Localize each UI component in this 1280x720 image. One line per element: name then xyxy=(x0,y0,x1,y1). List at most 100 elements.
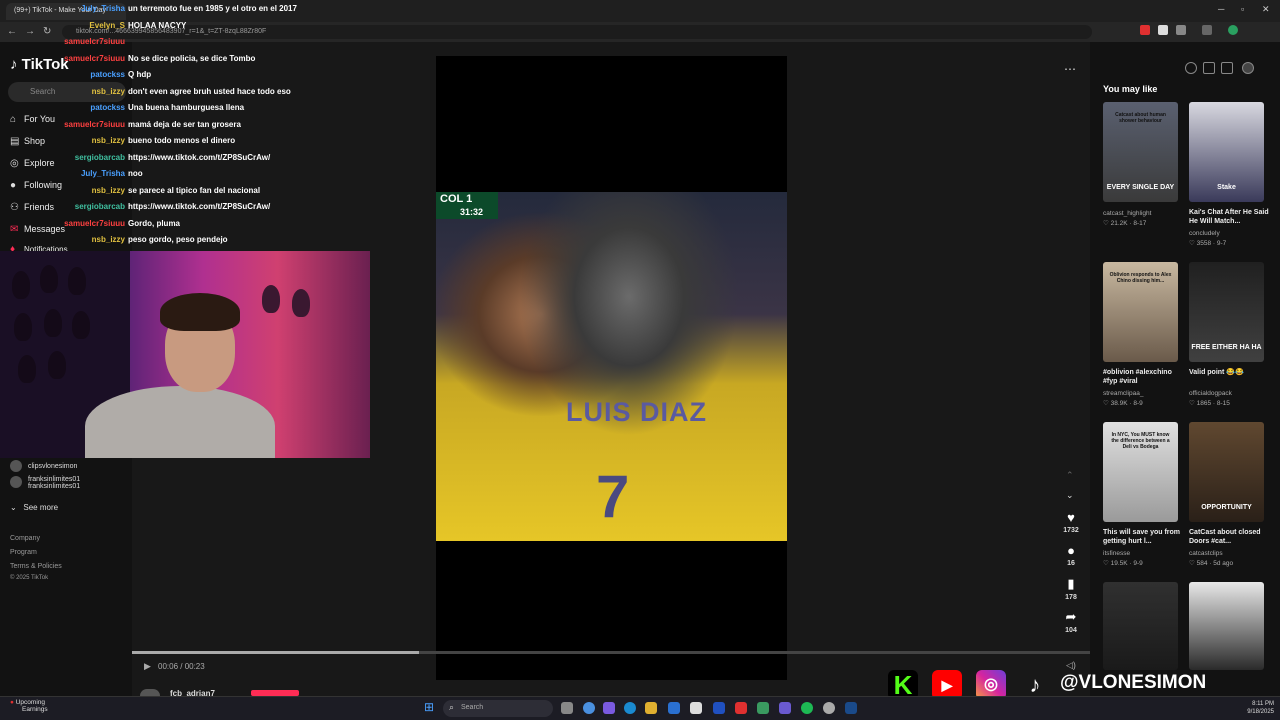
coin-icon[interactable] xyxy=(1185,62,1197,74)
recommended-video-title[interactable]: Kai's Chat After He Said He Will Match..… xyxy=(1189,208,1269,226)
recommended-video-thumbnail[interactable] xyxy=(1189,582,1264,670)
chat-message: samuelcr7siuuu No se dice policia, se dic… xyxy=(0,54,440,70)
minimize-icon[interactable]: ─ xyxy=(1218,4,1224,14)
chat-username: samuelcr7siuuu xyxy=(64,37,125,46)
weather-title: Upcoming xyxy=(15,699,45,706)
account-clipsvlonesimon[interactable]: clipsvlonesimon xyxy=(10,460,77,472)
comment-button[interactable]: ● 16 xyxy=(1058,543,1084,567)
account-name: clipsvlonesimon xyxy=(28,462,78,470)
bookmark-icon: ▮ xyxy=(1067,576,1075,591)
chat-text: https://www.tiktok.com/t/ZP8SuCrAw/ xyxy=(128,152,271,162)
score-time: 31:32 xyxy=(460,207,484,217)
chat-message: patockss Q hdp xyxy=(0,70,440,86)
recommended-video-stats: ♡ 19.5K · 9-9 xyxy=(1103,560,1143,567)
thumbnail-caption: Stake xyxy=(1217,184,1236,191)
footer-terms[interactable]: Terms & Policies xyxy=(10,563,62,570)
maximize-icon[interactable]: ▫ xyxy=(1241,4,1244,14)
extension-icon-1[interactable] xyxy=(1140,25,1150,35)
recommended-video-thumbnail[interactable]: OPPORTUNITY xyxy=(1189,422,1264,522)
edge-icon[interactable] xyxy=(624,702,636,714)
app-icon[interactable] xyxy=(603,702,615,714)
recommended-video-thumbnail[interactable] xyxy=(1103,582,1178,670)
sidebar-icon[interactable] xyxy=(1202,25,1212,35)
recommended-video-title[interactable]: This will save you from getting hurt l..… xyxy=(1103,528,1183,546)
chat-username: sergiobarcab xyxy=(74,202,125,211)
store-icon[interactable] xyxy=(690,702,702,714)
app-icon[interactable] xyxy=(735,702,747,714)
user-avatar[interactable] xyxy=(1242,62,1254,74)
recommended-video-author[interactable]: catcastclips xyxy=(1189,550,1223,557)
dropbox-icon[interactable] xyxy=(713,702,725,714)
footer-company[interactable]: Company xyxy=(10,535,40,542)
recommended-video-thumbnail[interactable]: Catcast about human shower behaviour EVER… xyxy=(1103,102,1178,202)
recommended-video-author[interactable]: catcast_highlight xyxy=(1103,210,1151,217)
chat-text: se parece al tipico fan del nacional xyxy=(128,185,261,195)
recommended-video-author[interactable]: concludely xyxy=(1189,230,1220,237)
weather-sub: Earnings xyxy=(22,706,48,713)
bookmark-button[interactable]: ▮ 178 xyxy=(1058,576,1084,601)
recommended-video-stats: ♡ 3558 · 9-7 xyxy=(1189,240,1227,247)
recommended-video-title[interactable]: Valid point 😂😂 xyxy=(1189,368,1269,377)
taskbar-search[interactable]: Search xyxy=(443,700,553,717)
chat-text: Una buena hamburguesa llena xyxy=(128,103,245,112)
close-icon[interactable]: ✕ xyxy=(1262,4,1270,15)
spotify-icon[interactable] xyxy=(801,702,813,714)
account-sub: franksinlimites01 xyxy=(28,483,81,490)
video-progress-bar[interactable] xyxy=(132,651,1090,654)
task-view-icon[interactable] xyxy=(561,702,573,714)
chat-username: sergiobarcab xyxy=(74,152,125,162)
phone-icon[interactable] xyxy=(1203,62,1215,74)
chat-text: Q hdp xyxy=(128,70,152,79)
chat-text: Gordo, pluma xyxy=(128,218,180,228)
taskbar-search-label: Search xyxy=(461,704,484,711)
chevron-up-icon[interactable]: ⌃ xyxy=(1066,470,1074,481)
more-options-icon[interactable]: ⋯ xyxy=(1064,62,1076,76)
app-icon[interactable] xyxy=(757,702,769,714)
extensions-icon[interactable] xyxy=(1176,25,1186,35)
profile-avatar[interactable] xyxy=(1228,25,1238,35)
chat-username: July_Trisha xyxy=(80,4,125,13)
hat xyxy=(44,309,62,337)
action-count: 104 xyxy=(1065,627,1077,634)
recommended-video-thumbnail[interactable]: FREE EITHER HA HA xyxy=(1189,262,1264,362)
inbox-icon[interactable] xyxy=(1221,62,1233,74)
taskbar-clock[interactable]: 8:11 PM 9/18/2025 xyxy=(1240,700,1274,717)
discord-icon[interactable] xyxy=(779,702,791,714)
recommended-video-author[interactable]: streamclipaa_ xyxy=(1103,390,1143,397)
chat-text: un terremoto fue en 1985 y el otro en el… xyxy=(128,4,297,13)
recommended-video-title[interactable]: #oblivion #alexchino #fyp #viral xyxy=(1103,368,1183,386)
chevron-down-icon[interactable]: ⌄ xyxy=(1066,490,1074,501)
chat-text: bueno todo menos el dinero xyxy=(128,136,236,145)
recommended-video-thumbnail[interactable]: Stake xyxy=(1189,102,1264,202)
weather-widget[interactable]: ● Upcoming Earnings xyxy=(10,699,48,713)
share-button[interactable]: ➦ 104 xyxy=(1058,609,1084,634)
outlook-icon[interactable] xyxy=(668,702,680,714)
recommended-video-title[interactable]: CatCast about closed Doors #cat... xyxy=(1189,528,1269,546)
recommended-video-author[interactable]: officialdogpack xyxy=(1189,390,1232,397)
steam-icon[interactable] xyxy=(845,702,857,714)
chat-text: No se dice policia, se dice Tombo xyxy=(128,53,256,63)
play-icon[interactable]: ▶ xyxy=(144,661,151,672)
author-avatar[interactable] xyxy=(140,689,160,696)
extension-icon-2[interactable] xyxy=(1158,25,1168,35)
heart-button[interactable]: ♥ 1732 xyxy=(1058,510,1084,534)
search-icon: ⌕ xyxy=(449,702,455,712)
recommended-video-author[interactable]: itsfinesse xyxy=(1103,550,1130,557)
see-more-button[interactable]: ⌄ See more xyxy=(10,503,58,512)
clock-time: 8:11 PM xyxy=(1252,701,1274,707)
video-frame[interactable]: COL 1 31:32 LUIS DIAZ 7 xyxy=(436,192,787,541)
footer-program[interactable]: Program xyxy=(10,549,37,556)
chrome-icon[interactable] xyxy=(583,702,595,714)
jersey-name: LUIS DIAZ xyxy=(566,397,707,427)
recommended-video-thumbnail[interactable]: Oblivion responds to Alex Chino dissing … xyxy=(1103,262,1178,362)
footer-copyright: © 2025 TikTok xyxy=(10,575,49,581)
chat-message: nsb_izzy bueno todo menos el dinero xyxy=(0,136,440,152)
obs-icon[interactable] xyxy=(823,702,835,714)
start-icon[interactable]: ⊞ xyxy=(424,700,434,714)
file-explorer-icon[interactable] xyxy=(645,702,657,714)
chat-username: samuelcr7siuuu xyxy=(64,218,125,228)
avatar xyxy=(10,476,22,488)
recommended-video-thumbnail[interactable]: In NYC, You MUST know the difference bet… xyxy=(1103,422,1178,522)
heart-icon: ♥ xyxy=(1067,510,1075,525)
account-franksinlimites01[interactable]: franksinlimites01 franksinlimites01 xyxy=(10,476,80,490)
